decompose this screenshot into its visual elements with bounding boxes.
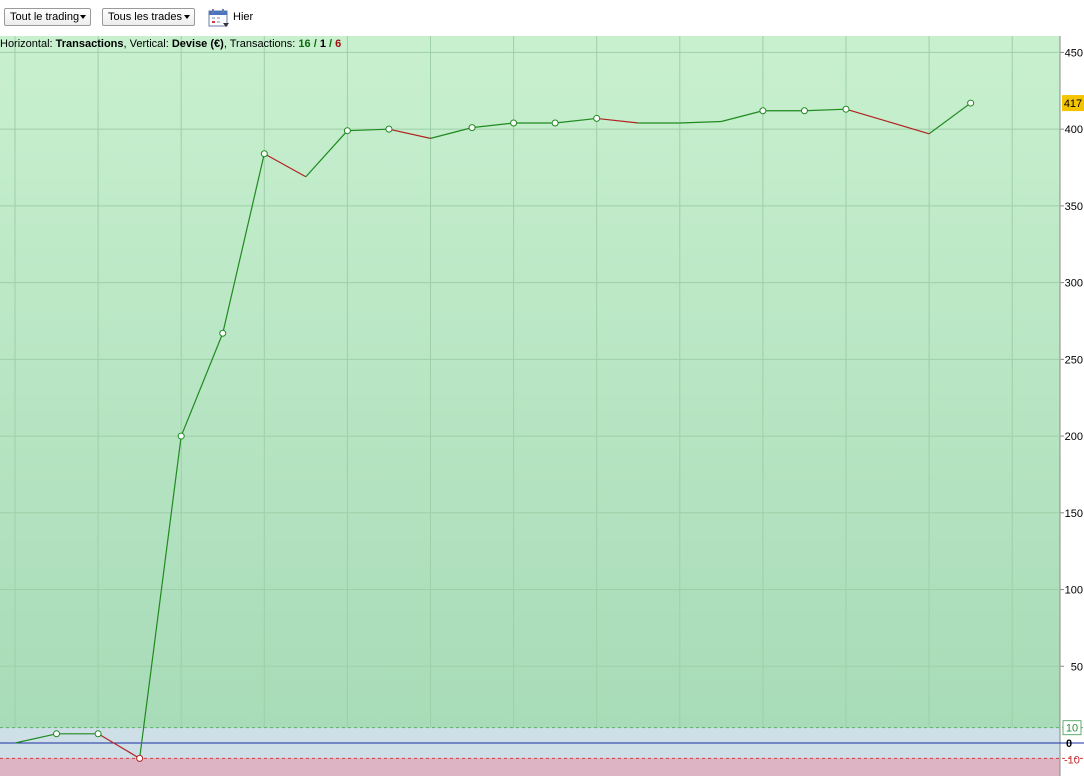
- vertical-label: Vertical:: [129, 38, 169, 50]
- data-point: [260, 150, 268, 158]
- data-point: [385, 125, 393, 133]
- losses-count: 6: [335, 38, 342, 50]
- trading-filter-dropdown[interactable]: Tout le trading: [4, 8, 91, 26]
- data-point: [551, 119, 559, 127]
- data-point: [219, 329, 227, 337]
- y-tick-label: 100: [1065, 585, 1083, 597]
- even-count: 1: [319, 38, 326, 50]
- equity-chart: 50100150200250300350400450100-10417: [0, 36, 1084, 776]
- y-tick-label: 150: [1065, 508, 1083, 520]
- data-point: [967, 99, 975, 107]
- toolbar: Tout le trading Tous les trades Hier: [0, 0, 1084, 36]
- trades-filter-label: Tous les trades: [108, 11, 182, 23]
- calendar-icon: [208, 9, 229, 27]
- data-point: [136, 754, 144, 762]
- plot-background: [0, 36, 1060, 728]
- data-point: [800, 107, 808, 115]
- date-range-label: Hier: [233, 11, 254, 23]
- data-point: [842, 105, 850, 113]
- data-point: [468, 124, 476, 132]
- loss-band: [0, 758, 1060, 776]
- trading-filter-label: Tout le trading: [10, 11, 80, 23]
- lower-threshold-label: -10: [1064, 754, 1080, 766]
- data-point: [343, 127, 351, 135]
- data-point: [177, 432, 185, 440]
- calendar-button[interactable]: [208, 8, 230, 28]
- y-tick-label: 300: [1065, 278, 1083, 290]
- data-point: [593, 114, 601, 122]
- chart-info-line: Horizontal: Transactions, Vertical: Devi…: [0, 38, 342, 50]
- y-tick-label: 450: [1065, 47, 1083, 59]
- data-point: [94, 730, 102, 738]
- trades-filter-dropdown[interactable]: Tous les trades: [102, 8, 195, 26]
- chevron-down-icon: [80, 15, 86, 19]
- data-point: [510, 119, 518, 127]
- transactions-label: Transactions:: [229, 38, 296, 50]
- y-tick-label: 200: [1065, 431, 1083, 443]
- vertical-value: Devise (€): [171, 38, 224, 50]
- y-tick-label: 400: [1065, 124, 1083, 136]
- zero-label: 0: [1066, 738, 1072, 750]
- data-point: [53, 730, 61, 738]
- y-tick-label: 350: [1065, 201, 1083, 213]
- chevron-down-icon: [184, 15, 190, 19]
- separator: /: [329, 38, 333, 50]
- current-value-label: 417: [1064, 98, 1082, 110]
- horizontal-label: Horizontal:: [0, 38, 53, 50]
- horizontal-value: Transactions: [55, 38, 124, 50]
- data-point: [759, 107, 767, 115]
- separator: /: [313, 38, 317, 50]
- upper-threshold-label: 10: [1066, 723, 1078, 735]
- y-tick-label: 50: [1071, 661, 1083, 673]
- wins-count: 16: [298, 38, 311, 50]
- y-tick-label: 250: [1065, 354, 1083, 366]
